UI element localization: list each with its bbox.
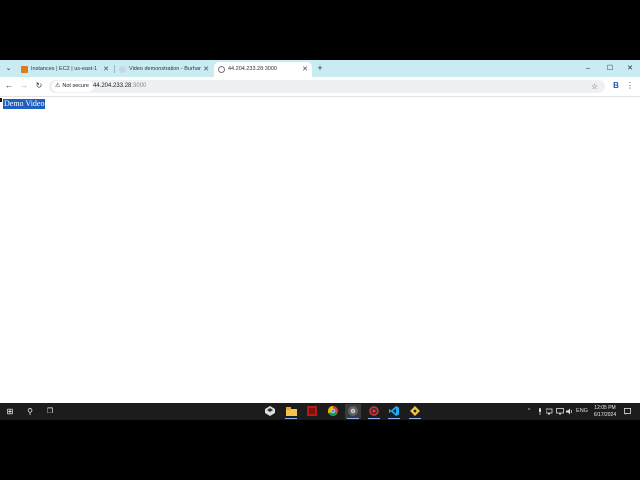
desktop-screen: ⌄ Instances | EC2 | us-east-1 ✕ Video de… [0, 60, 640, 420]
url-text: 44.204.233.28:3000 [93, 80, 146, 93]
chrome-icon[interactable] [325, 404, 341, 419]
tab-title: Instances | EC2 | us-east-1 [31, 66, 98, 72]
bookmark-star-icon[interactable]: ☆ [591, 80, 598, 93]
url-port: :3000 [131, 83, 147, 89]
filezilla-icon[interactable] [304, 404, 320, 419]
git-icon[interactable] [407, 404, 423, 419]
tab-instances-ec2[interactable]: Instances | EC2 | us-east-1 ✕ [17, 62, 113, 77]
loading-icon [119, 66, 126, 73]
close-tab-icon[interactable]: ✕ [102, 62, 110, 77]
aws-favicon-icon [21, 66, 28, 73]
display-icon[interactable] [555, 403, 564, 420]
warning-icon: ⚠ [55, 83, 61, 89]
notification-center-icon[interactable] [622, 403, 632, 420]
close-tab-icon[interactable]: ✕ [301, 62, 309, 77]
demo-video-link[interactable]: Demo Video [3, 99, 46, 109]
minimize-button[interactable]: – [578, 60, 598, 77]
vscode-icon[interactable] [386, 404, 402, 419]
browser-menu-button[interactable]: ⋮ [626, 80, 634, 92]
screen-recorder-icon[interactable] [366, 404, 382, 419]
file-explorer-icon[interactable] [283, 404, 299, 419]
unity-icon[interactable] [262, 404, 278, 419]
profile-button[interactable]: B [611, 80, 621, 92]
task-view-button[interactable]: ❐ [42, 404, 58, 419]
microphone-icon[interactable] [536, 403, 544, 420]
new-tab-button[interactable]: + [315, 62, 325, 75]
forward-button[interactable]: → [18, 80, 30, 92]
tab-title: Video demonstration - Burhan [129, 66, 201, 72]
reload-button[interactable]: ↻ [33, 80, 45, 92]
globe-icon [218, 66, 225, 73]
system-clock[interactable]: 12:05 PM 6/17/2024 [591, 405, 619, 418]
tab-video-demonstration[interactable]: Video demonstration - Burhan ✕ [115, 62, 213, 77]
tab-active-server[interactable]: 44.204.233.28:3000 ✕ [214, 62, 312, 77]
volume-icon[interactable] [565, 403, 574, 420]
clock-date: 6/17/2024 [593, 411, 617, 418]
tab-search-button[interactable]: ⌄ [3, 63, 14, 74]
address-bar[interactable]: ⚠ Not secure 44.204.233.28:3000 ☆ [49, 80, 605, 93]
language-indicator[interactable]: ENG [575, 403, 589, 420]
show-hidden-icons-button[interactable]: ^ [525, 403, 533, 420]
back-button[interactable]: ← [3, 80, 15, 92]
chrome-dev-icon[interactable] [345, 404, 361, 419]
windows-taskbar: ⊞ ⚲ ❐ ^ ENG 12:05 PM 6/17/2024 [0, 403, 640, 420]
url-host: 44.204.233.28 [93, 83, 132, 89]
maximize-button[interactable]: ☐ [600, 60, 620, 77]
close-tab-icon[interactable]: ✕ [202, 62, 210, 77]
close-window-button[interactable]: ✕ [620, 60, 640, 77]
page-content: Demo Video [0, 97, 640, 403]
search-button[interactable]: ⚲ [22, 404, 38, 419]
clock-time: 12:05 PM [594, 405, 616, 411]
start-button[interactable]: ⊞ [2, 404, 18, 419]
tab-title: 44.204.233.28:3000 [228, 66, 277, 72]
mouse-cursor-icon [0, 98, 2, 102]
site-info-chip[interactable]: ⚠ Not secure [52, 81, 93, 92]
tab-strip: ⌄ Instances | EC2 | us-east-1 ✕ Video de… [0, 60, 640, 77]
network-icon[interactable] [545, 403, 554, 420]
security-label: Not secure [62, 83, 89, 89]
browser-toolbar: ← → ↻ ⚠ Not secure 44.204.233.28:3000 ☆ B… [0, 77, 640, 97]
